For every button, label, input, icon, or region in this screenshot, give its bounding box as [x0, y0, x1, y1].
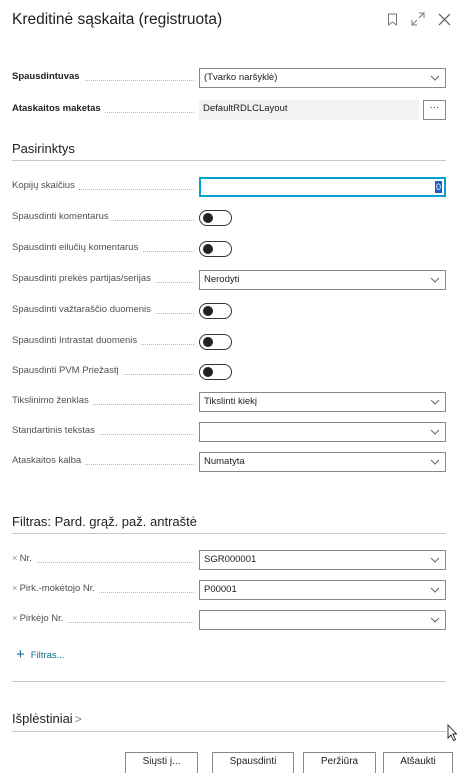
toggle-knob	[203, 367, 213, 377]
print-shipment-toggle[interactable]	[199, 303, 232, 319]
filter-row: × Nr. SGR000001	[12, 550, 446, 570]
filter-value: P00001	[204, 584, 237, 595]
chevron-down-icon	[430, 557, 440, 563]
filter-label: Pirk.-mokėtojo Nr.	[19, 583, 96, 594]
printer-label: Spausdintuvas	[12, 71, 84, 82]
filter-label: Pirkėjo Nr.	[19, 613, 64, 624]
standard-text-select[interactable]	[199, 422, 446, 442]
chevron-right-icon: >	[74, 712, 82, 726]
expand-icon[interactable]	[410, 11, 426, 27]
section-divider	[12, 731, 446, 732]
printer-value: (Tvarko naršyklė)	[204, 72, 278, 83]
remove-filter-icon[interactable]: ×	[12, 583, 18, 594]
dialog-title: Kreditinė sąskaita (registruota)	[12, 11, 223, 28]
print-vat-reason-row: Spausdinti PVM Priežastį	[12, 362, 446, 382]
filter-row: × Pirk.-mokėtojo Nr. P00001	[12, 580, 446, 600]
copies-input[interactable]: 0	[199, 177, 446, 197]
copies-row: Kopijų skaičius 0	[12, 177, 446, 197]
layout-field: DefaultRDLCLayout	[199, 100, 419, 120]
printer-select[interactable]: (Tvarko naršyklė)	[199, 68, 446, 88]
report-language-value: Numatyta	[204, 456, 245, 467]
adjust-mark-label: Tikslinimo ženklas	[12, 395, 93, 406]
filter-value-select[interactable]	[199, 610, 446, 630]
dialog-footer: Siųsti į... Spausdinti Peržiūra Atšaukti	[0, 752, 458, 773]
print-line-comments-label: Spausdinti eilučių komentarus	[12, 242, 143, 253]
print-line-comments-row: Spausdinti eilučių komentarus	[12, 239, 446, 259]
filter-value: SGR000001	[204, 554, 257, 565]
report-language-select[interactable]: Numatyta	[199, 452, 446, 472]
standard-text-row: Standartinis tekstas	[12, 422, 446, 442]
mouse-pointer-icon	[447, 724, 457, 742]
print-comments-label: Spausdinti komentarus	[12, 211, 113, 222]
printer-row: Spausdintuvas (Tvarko naršyklė)	[12, 68, 446, 88]
header-actions	[384, 8, 452, 30]
remove-filter-icon[interactable]: ×	[12, 553, 18, 564]
filter-value-select[interactable]: SGR000001	[199, 550, 446, 570]
print-vat-reason-label: Spausdinti PVM Priežastį	[12, 365, 123, 376]
send-to-button[interactable]: Siųsti į...	[125, 752, 198, 773]
print-lots-row: Spausdinti prekės partijas/serijas Nerod…	[12, 270, 446, 290]
layout-label: Ataskaitos maketas	[12, 103, 105, 114]
report-language-label: Ataskaitos kalba	[12, 455, 86, 466]
print-comments-row: Spausdinti komentarus	[12, 208, 446, 228]
layout-more-button[interactable]: ···	[423, 100, 446, 120]
section-divider	[12, 681, 446, 682]
print-line-comments-toggle[interactable]	[199, 241, 232, 257]
plus-icon: +	[16, 646, 25, 663]
layout-value: DefaultRDLCLayout	[203, 103, 288, 114]
dialog-header: Kreditinė sąskaita (registruota)	[12, 8, 452, 32]
print-shipment-label: Spausdinti važtaraščio duomenis	[12, 304, 155, 315]
chevron-down-icon	[430, 459, 440, 465]
chevron-down-icon	[430, 617, 440, 623]
print-button[interactable]: Spausdinti	[212, 752, 294, 773]
copies-label: Kopijų skaičius	[12, 180, 79, 191]
chevron-down-icon	[430, 75, 440, 81]
adjust-mark-value: Tikslinti kiekį	[204, 396, 257, 407]
adjust-mark-select[interactable]: Tikslinti kiekį	[199, 392, 446, 412]
standard-text-label: Standartinis tekstas	[12, 425, 99, 436]
preview-button[interactable]: Peržiūra	[303, 752, 376, 773]
toggle-knob	[203, 244, 213, 254]
options-section-title[interactable]: Pasirinktys	[12, 141, 75, 156]
print-lots-value: Nerodyti	[204, 274, 240, 285]
toggle-knob	[203, 306, 213, 316]
filter-section-title[interactable]: Filtras: Pard. grąž. paž. antraštė	[12, 514, 197, 529]
print-lots-select[interactable]: Nerodyti	[199, 270, 446, 290]
print-intrastat-label: Spausdinti Intrastat duomenis	[12, 335, 142, 346]
cancel-button[interactable]: Atšaukti	[383, 752, 453, 773]
print-shipment-row: Spausdinti važtaraščio duomenis	[12, 301, 446, 321]
toggle-knob	[203, 213, 213, 223]
report-request-dialog: Kreditinė sąskaita (registruota) Spausdi…	[0, 0, 458, 773]
copies-value: 0	[435, 181, 442, 193]
bookmark-icon[interactable]	[384, 11, 400, 27]
print-intrastat-toggle[interactable]	[199, 334, 232, 350]
add-filter-label: Filtras...	[30, 649, 65, 661]
filter-row: × Pirkėjo Nr.	[12, 610, 446, 630]
add-filter-link[interactable]: + Filtras...	[16, 646, 65, 663]
section-divider	[12, 160, 446, 161]
section-divider	[12, 533, 446, 534]
filter-value-select[interactable]: P00001	[199, 580, 446, 600]
remove-filter-icon[interactable]: ×	[12, 613, 18, 624]
advanced-title: Išplėstiniai	[12, 711, 73, 726]
layout-row: Ataskaitos maketas DefaultRDLCLayout ···	[12, 100, 446, 120]
filter-label: Nr.	[19, 553, 32, 564]
chevron-down-icon	[430, 429, 440, 435]
chevron-down-icon	[430, 277, 440, 283]
toggle-knob	[203, 337, 213, 347]
close-icon[interactable]	[436, 11, 452, 27]
chevron-down-icon	[430, 399, 440, 405]
advanced-section-toggle[interactable]: Išplėstiniai >	[12, 711, 82, 726]
print-vat-reason-toggle[interactable]	[199, 364, 232, 380]
adjust-mark-row: Tikslinimo ženklas Tikslinti kiekį	[12, 392, 446, 412]
print-comments-toggle[interactable]	[199, 210, 232, 226]
print-intrastat-row: Spausdinti Intrastat duomenis	[12, 332, 446, 352]
report-language-row: Ataskaitos kalba Numatyta	[12, 452, 446, 472]
chevron-down-icon	[430, 587, 440, 593]
print-lots-label: Spausdinti prekės partijas/serijas	[12, 273, 155, 284]
